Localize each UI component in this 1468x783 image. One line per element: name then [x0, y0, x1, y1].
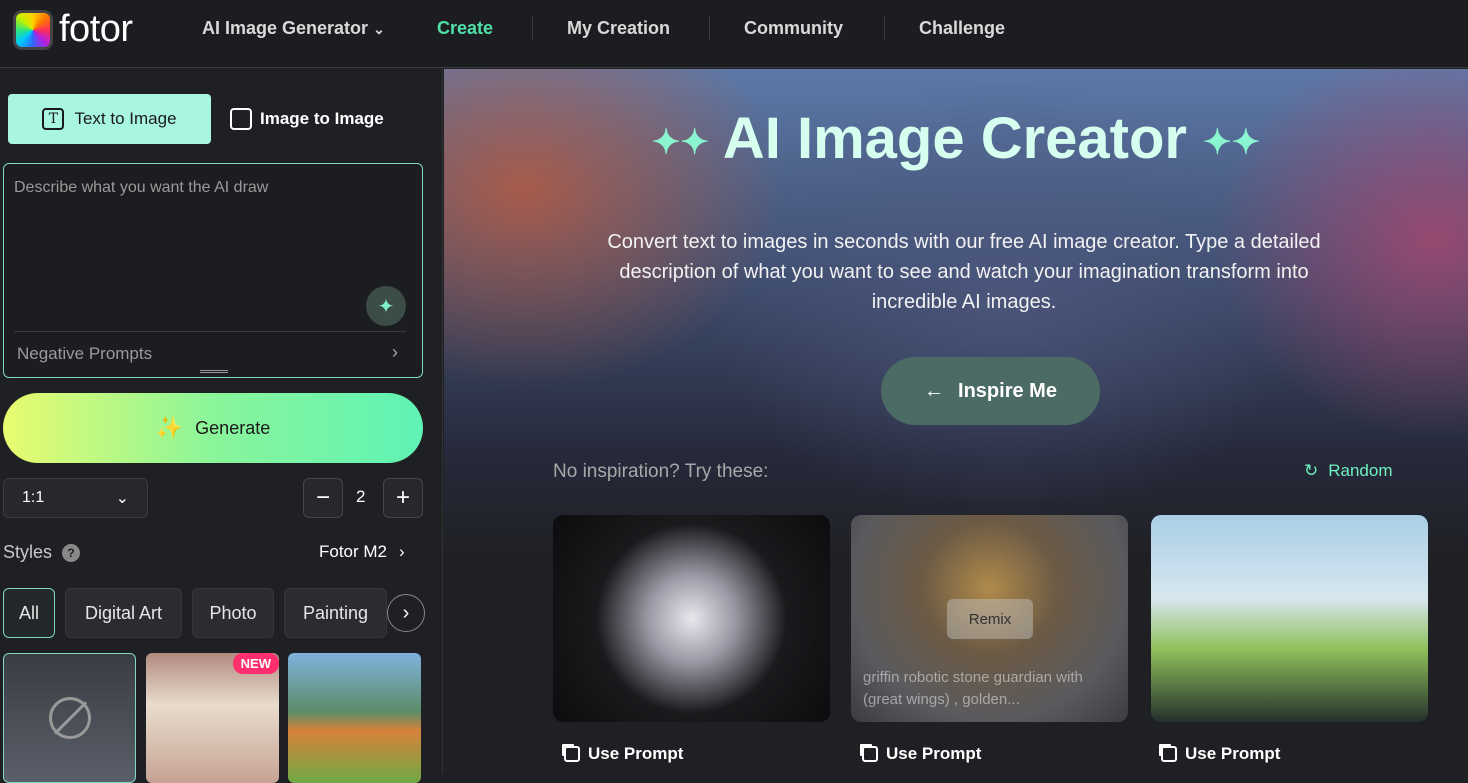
sidebar: T Text to Image Image to Image Describe w… — [0, 69, 443, 783]
styles-label: Styles? — [3, 542, 81, 563]
model-selector[interactable]: Fotor M2 › — [319, 542, 405, 562]
style-cartoon-dog[interactable] — [288, 653, 421, 783]
chips-next-button[interactable]: › — [387, 594, 425, 632]
new-badge: NEW — [232, 653, 279, 674]
style-chip-digital-art[interactable]: Digital Art — [65, 588, 182, 638]
inspiration-label: No inspiration? Try these: — [553, 461, 769, 482]
nav-challenge[interactable]: Challenge — [919, 18, 1005, 39]
tab-text-to-image[interactable]: T Text to Image — [8, 94, 211, 144]
help-icon[interactable]: ? — [62, 543, 81, 562]
copy-icon — [564, 746, 580, 762]
negative-prompts[interactable]: Negative Prompts — [17, 344, 152, 364]
style-chip-painting[interactable]: Painting — [284, 588, 387, 638]
style-chip-all[interactable]: All — [3, 588, 55, 638]
image-count: 2 — [356, 487, 366, 506]
use-prompt-button[interactable]: Use Prompt — [1161, 744, 1280, 764]
refresh-icon: ↻ — [1304, 461, 1319, 480]
text-icon: T — [42, 108, 65, 130]
decrement-button[interactable]: − — [303, 478, 343, 518]
magic-prompt-button[interactable]: ✦ — [366, 286, 406, 326]
chevron-down-icon: ⌄ — [373, 21, 385, 37]
style-chip-photo[interactable]: Photo — [192, 588, 274, 638]
top-header: fotor AI Image Generator ⌄ Create My Cre… — [0, 0, 1468, 68]
arrow-left-icon: ← — [924, 379, 945, 402]
nav-community[interactable]: Community — [744, 18, 843, 39]
inspiration-card[interactable] — [1151, 515, 1428, 722]
remix-button[interactable]: Remix — [947, 599, 1033, 639]
sparkle-icon: ✦✦ — [651, 123, 709, 162]
style-portrait[interactable]: NEW — [146, 653, 279, 783]
hero-banner: ✦✦ AI Image Creator ✦✦ Convert text to i… — [444, 69, 1468, 774]
nav-my-creation[interactable]: My Creation — [567, 18, 670, 39]
fotor-logo[interactable]: fotor — [13, 8, 133, 51]
inspiration-card[interactable]: Remix griffin robotic stone guardian wit… — [851, 515, 1128, 722]
style-none[interactable] — [3, 653, 136, 783]
tab-image-to-image[interactable]: Image to Image — [230, 94, 420, 144]
sparkle-icon: ✦✦ — [1203, 123, 1261, 162]
chevron-down-icon: ⌄ — [115, 490, 129, 507]
resize-handle[interactable] — [200, 370, 228, 373]
use-prompt-button[interactable]: Use Prompt — [564, 744, 683, 764]
inspiration-card[interactable] — [553, 515, 830, 722]
inspire-me-button[interactable]: ← Inspire Me — [881, 357, 1100, 425]
random-button[interactable]: ↻ Random — [1304, 461, 1393, 481]
hero-title: ✦✦ AI Image Creator ✦✦ — [651, 106, 1261, 171]
nav-create[interactable]: Create — [437, 18, 493, 39]
chevron-right-icon: › — [399, 542, 405, 561]
use-prompt-button[interactable]: Use Prompt — [862, 744, 981, 764]
magic-wand-icon: ✨ — [155, 415, 184, 440]
ratio-select[interactable]: 1:1 ⌄ — [3, 478, 148, 518]
nav-ai-image-generator[interactable]: AI Image Generator ⌄ — [202, 18, 385, 39]
copy-icon — [862, 746, 878, 762]
image-icon — [230, 108, 252, 130]
increment-button[interactable]: + — [383, 478, 423, 518]
prompt-input[interactable]: Describe what you want the AI draw ✦ Neg… — [3, 163, 423, 378]
copy-icon — [1161, 746, 1177, 762]
hero-subtitle: Convert text to images in seconds with o… — [607, 231, 1321, 313]
no-style-icon — [49, 697, 91, 739]
logo-icon — [13, 9, 53, 50]
card-caption: griffin robotic stone guardian with (gre… — [863, 669, 1083, 708]
generate-button[interactable]: ✨ Generate — [3, 393, 423, 463]
chevron-right-icon[interactable]: › — [392, 342, 398, 363]
